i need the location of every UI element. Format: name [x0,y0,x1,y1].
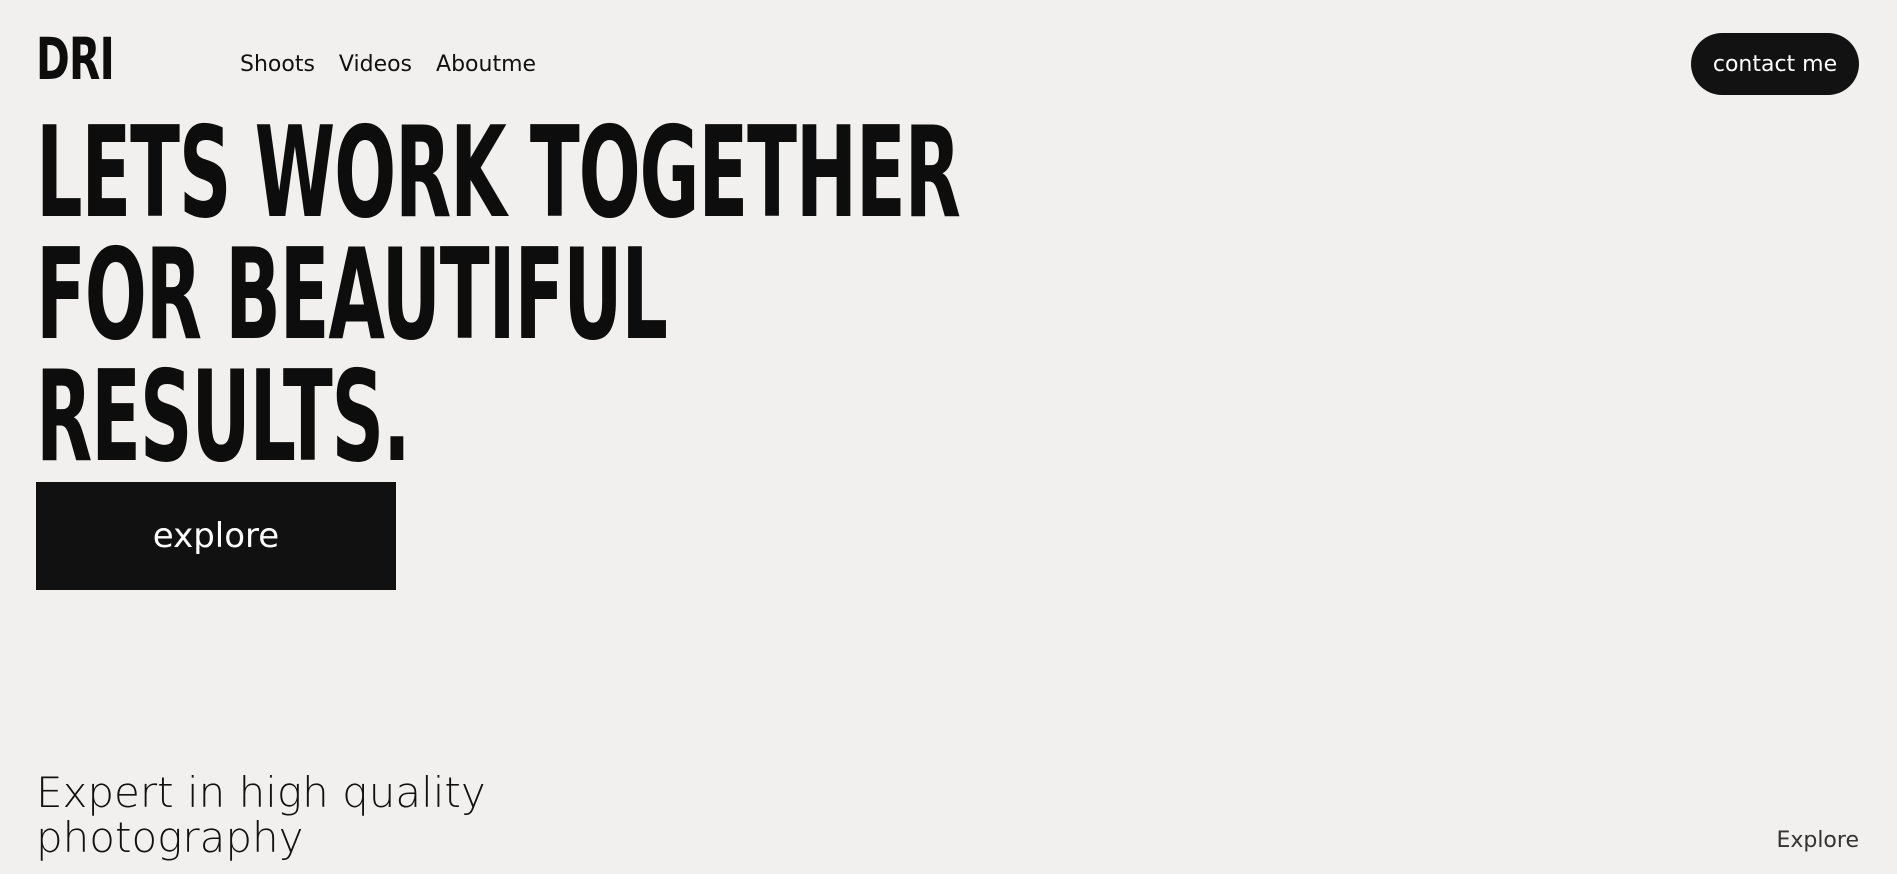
hero-line-2: FOR BEAUTIFUL [36,221,668,368]
hero-heading: LETS WORK TOGETHER FOR BEAUTIFUL RESULTS… [36,99,961,490]
explore-button[interactable]: explore [36,482,396,590]
logo[interactable]: DRI [36,28,115,90]
nav-link-shoots[interactable]: Shoots [240,48,315,82]
nav-link-videos[interactable]: Videos [339,48,412,82]
tagline-line-2: photography [36,813,304,862]
tagline-line-1: Expert in high quality [36,768,486,817]
hero-line-3: RESULTS. [36,343,411,490]
tagline: Expert in high quality photography [36,770,486,860]
explore-link[interactable]: Explore [1776,826,1859,856]
hero-line-1: LETS WORK TOGETHER [36,99,961,246]
contact-button[interactable]: contact me [1691,33,1859,95]
main-nav: Shoots Videos Aboutme [240,48,536,82]
nav-link-aboutme[interactable]: Aboutme [436,48,536,82]
